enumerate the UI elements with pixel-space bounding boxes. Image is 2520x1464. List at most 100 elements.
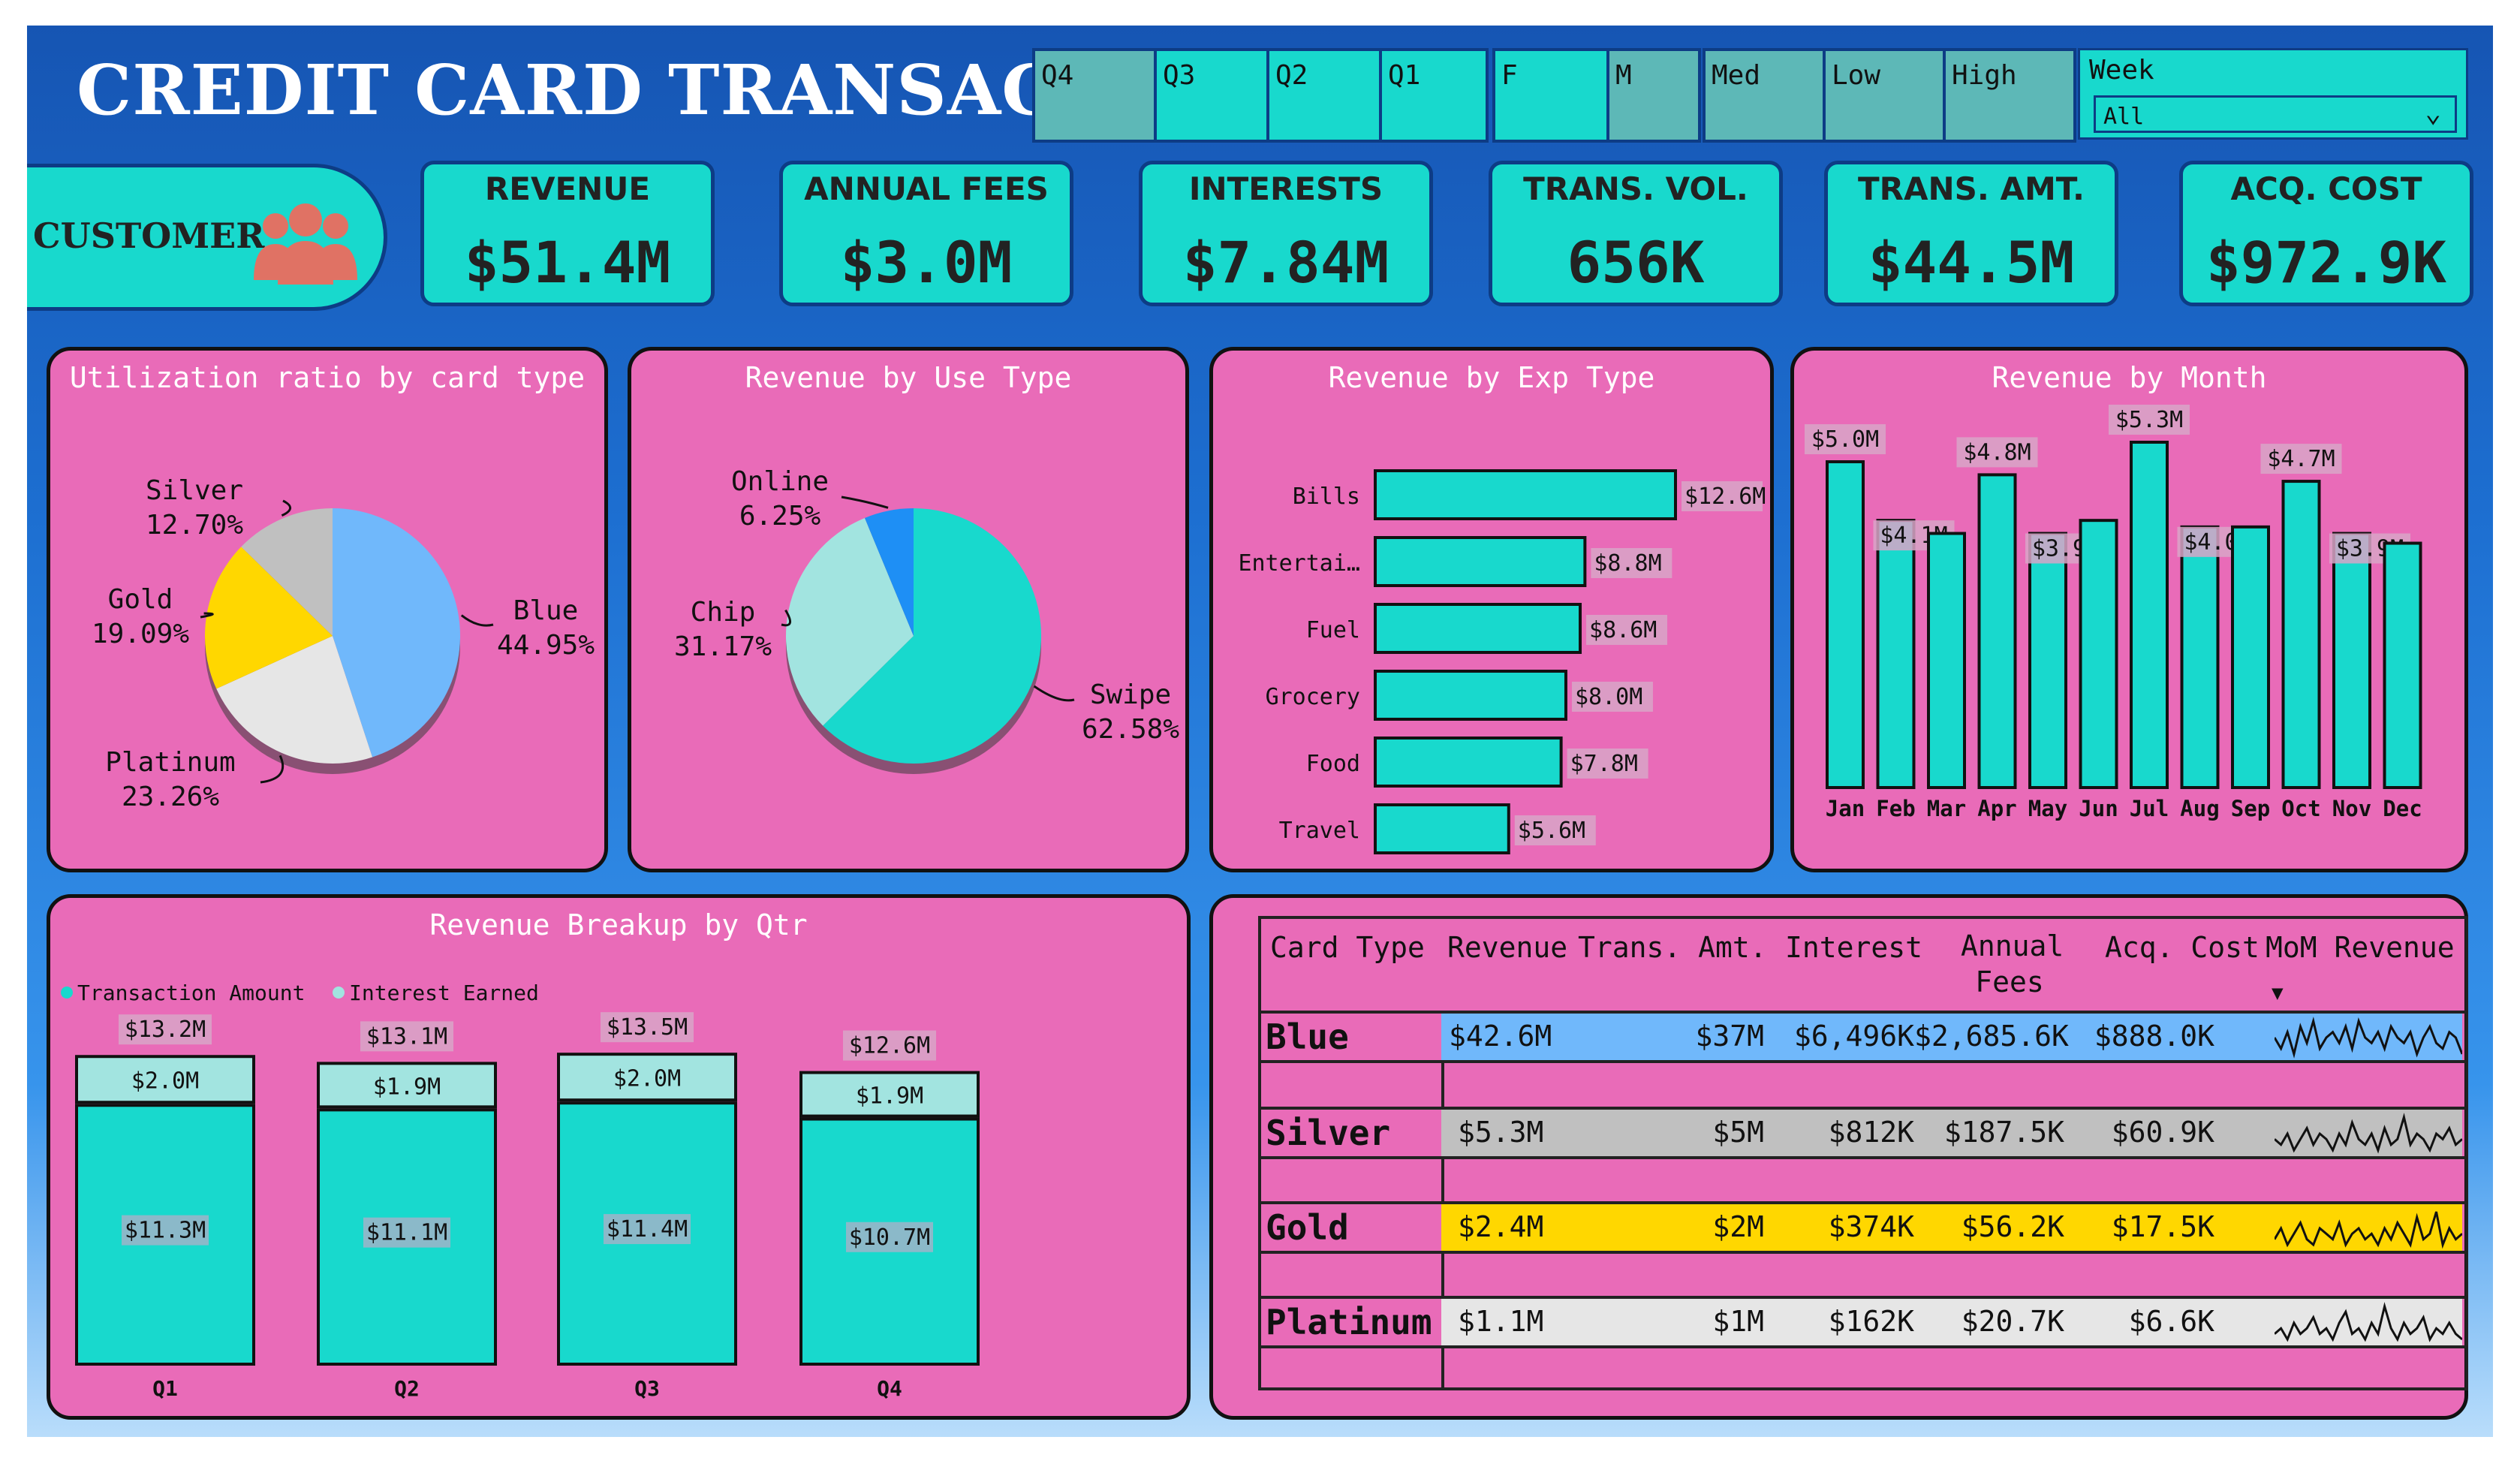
pie-label: Silver xyxy=(146,475,243,506)
pie-label: Platinum xyxy=(105,747,235,778)
pie-value: 62.58% xyxy=(1082,714,1179,745)
use-type-title: Revenue by Use Type xyxy=(745,361,1072,394)
week-dropdown[interactable]: All ⌄ xyxy=(2094,95,2457,133)
col-annual-fees[interactable]: Annual Fees xyxy=(1961,928,2064,1000)
week-filter: Week All ⌄ xyxy=(2078,48,2468,140)
col-revenue[interactable]: Revenue xyxy=(1447,931,1567,964)
month-axis-label: Sep xyxy=(2231,796,2270,821)
cell-fees: $187.5K xyxy=(1943,1116,2064,1149)
stack-total: $13.2M xyxy=(125,1017,206,1043)
month-axis-label: Feb xyxy=(1876,796,1915,821)
legend-swatch xyxy=(333,987,345,999)
row-name: Silver xyxy=(1266,1113,1391,1153)
cell-fees: $2,685.6K xyxy=(1914,1020,2069,1053)
exp-type-label: Grocery xyxy=(1266,684,1360,710)
slicer-low[interactable]: Low xyxy=(1826,51,1946,140)
stack-value: $11.4M xyxy=(607,1216,688,1243)
row-divider xyxy=(1261,1156,2465,1159)
cell-revenue: $1.1M xyxy=(1458,1305,1544,1338)
sparkline-path xyxy=(2275,1113,2462,1154)
kpi-trans-amt-label: TRANS. AMT. xyxy=(1858,170,2085,207)
exp-type-panel: Revenue by Exp Type Bills $12.6M Entertai…… xyxy=(1209,347,1774,872)
cell-interest: $162K xyxy=(1828,1305,1914,1338)
stack-value: $1.9M xyxy=(856,1083,923,1110)
slicer-q4[interactable]: Q4 xyxy=(1035,51,1157,140)
exp-type-value: $5.6M xyxy=(1518,818,1585,844)
month-axis-label: Jul xyxy=(2130,796,2169,821)
cell-interest: $6,496K xyxy=(1793,1020,1914,1053)
table-row[interactable]: Platinum $1.1M $1M $162K $20.7K $6.6K xyxy=(1261,1299,2465,1347)
slicer-q2[interactable]: Q2 xyxy=(1269,51,1382,140)
legend-label: Transaction Amount xyxy=(77,981,305,1005)
slicer-med[interactable]: Med xyxy=(1706,51,1826,140)
col-mom-revenue[interactable]: MoM Revenue xyxy=(2266,931,2455,964)
kpi-trans-vol-value: 656K xyxy=(1567,229,1705,296)
col-trans-amt[interactable]: Trans. Amt. xyxy=(1578,931,1767,964)
use-type-panel: Revenue by Use Type Swipe 62.58% Chip 31.17… xyxy=(628,347,1189,872)
cell-fees: $56.2K xyxy=(1961,1210,2064,1243)
leader-line xyxy=(281,499,292,517)
slicer-female[interactable]: F xyxy=(1495,51,1609,140)
exp-type-bar xyxy=(1374,737,1563,788)
cell-interest: $374K xyxy=(1828,1210,1914,1243)
col-interest[interactable]: Interest xyxy=(1785,931,1922,964)
slicer-high[interactable]: High xyxy=(1946,51,2073,140)
kpi-annual-fees-value: $3.0M xyxy=(840,229,1013,296)
kpi-trans-amt: TRANS. AMT. $44.5M xyxy=(1824,161,2118,306)
kpi-acq-cost-value: $972.9K xyxy=(2205,229,2447,296)
month-bar xyxy=(2281,480,2321,789)
pie-label: Gold xyxy=(108,584,173,615)
exp-type-bar xyxy=(1374,803,1510,854)
sparkline-blue xyxy=(2275,1017,2462,1059)
chevron-down-icon: ⌄ xyxy=(2425,98,2441,128)
cell-acq: $888.0K xyxy=(2094,1020,2214,1053)
cell-revenue: $42.6M xyxy=(1449,1020,1552,1053)
month-bar xyxy=(2383,541,2422,790)
slicer-q1[interactable]: Q1 xyxy=(1382,51,1486,140)
pie-value: 19.09% xyxy=(92,619,189,649)
legend-label: Interest Earned xyxy=(349,981,539,1005)
table-row[interactable]: Gold $2.4M $2M $374K $56.2K $17.5K xyxy=(1261,1204,2465,1252)
table-row[interactable]: Blue $42.6M $37M $6,496K $2,685.6K $888.… xyxy=(1261,1014,2465,1062)
row-name: Platinum xyxy=(1266,1302,1432,1342)
month-bar xyxy=(1876,519,1916,789)
exp-type-bar xyxy=(1374,603,1582,654)
sparkline-platinum xyxy=(2275,1302,2462,1342)
col-acq-cost[interactable]: Acq. Cost xyxy=(2105,931,2260,964)
month-bar xyxy=(1826,460,1865,789)
cell-revenue: $2.4M xyxy=(1458,1210,1544,1243)
month-axis-label: May xyxy=(2028,796,2067,821)
sort-desc-icon[interactable]: ▼ xyxy=(2272,982,2284,1005)
month-axis-label: Jun xyxy=(2079,796,2118,821)
cell-revenue: $5.3M xyxy=(1458,1116,1544,1149)
kpi-acq-cost-label: ACQ. COST xyxy=(2230,170,2422,207)
utilization-pie-chart: Blue 44.95% Platinum 23.26% Gold 19.09% Silver… xyxy=(92,475,595,812)
pie-label: Chip xyxy=(691,597,756,628)
kpi-acq-cost: ACQ. COST $972.9K xyxy=(2179,161,2473,306)
slicer-q3[interactable]: Q3 xyxy=(1157,51,1269,140)
exp-type-bar xyxy=(1374,670,1567,721)
pie-value: 12.70% xyxy=(146,510,243,541)
cell-trans: $1M xyxy=(1712,1305,1764,1338)
col-card-type[interactable]: Card Type xyxy=(1270,931,1425,964)
kpi-revenue-value: $51.4M xyxy=(464,229,671,296)
month-axis-label: Aug xyxy=(2180,796,2219,821)
leader-line xyxy=(460,614,494,627)
exp-type-bar-chart: Bills $12.6M Entertai… $8.8M Fuel $8.6M Grocer… xyxy=(1238,469,1766,854)
stack-total: $13.5M xyxy=(607,1014,688,1041)
kpi-trans-vol-label: TRANS. VOL. xyxy=(1523,170,1748,207)
kpi-trans-vol: TRANS. VOL. 656K xyxy=(1489,161,1783,306)
kpi-annual-fees: ANNUAL FEES $3.0M xyxy=(779,161,1073,306)
quarter-slicer: Q4 Q3 Q2 Q1 xyxy=(1032,48,1489,143)
leader-line xyxy=(1033,685,1075,702)
stack-value: $1.9M xyxy=(373,1074,441,1100)
table-row[interactable]: Silver $5.3M $5M $812K $187.5K $60.9K xyxy=(1261,1110,2465,1158)
month-bar xyxy=(2028,532,2067,789)
cell-acq: $60.9K xyxy=(2111,1116,2214,1149)
customer-badge[interactable]: CUSTOMER xyxy=(27,164,387,311)
row-name: Blue xyxy=(1266,1017,1349,1057)
use-type-pie-chart: Swipe 62.58% Chip31.17% Online 6.25% xyxy=(674,466,1179,774)
stack-total: $13.1M xyxy=(366,1023,447,1050)
kpi-interests-label: INTERESTS xyxy=(1188,170,1383,207)
slicer-male[interactable]: M xyxy=(1609,51,1698,140)
